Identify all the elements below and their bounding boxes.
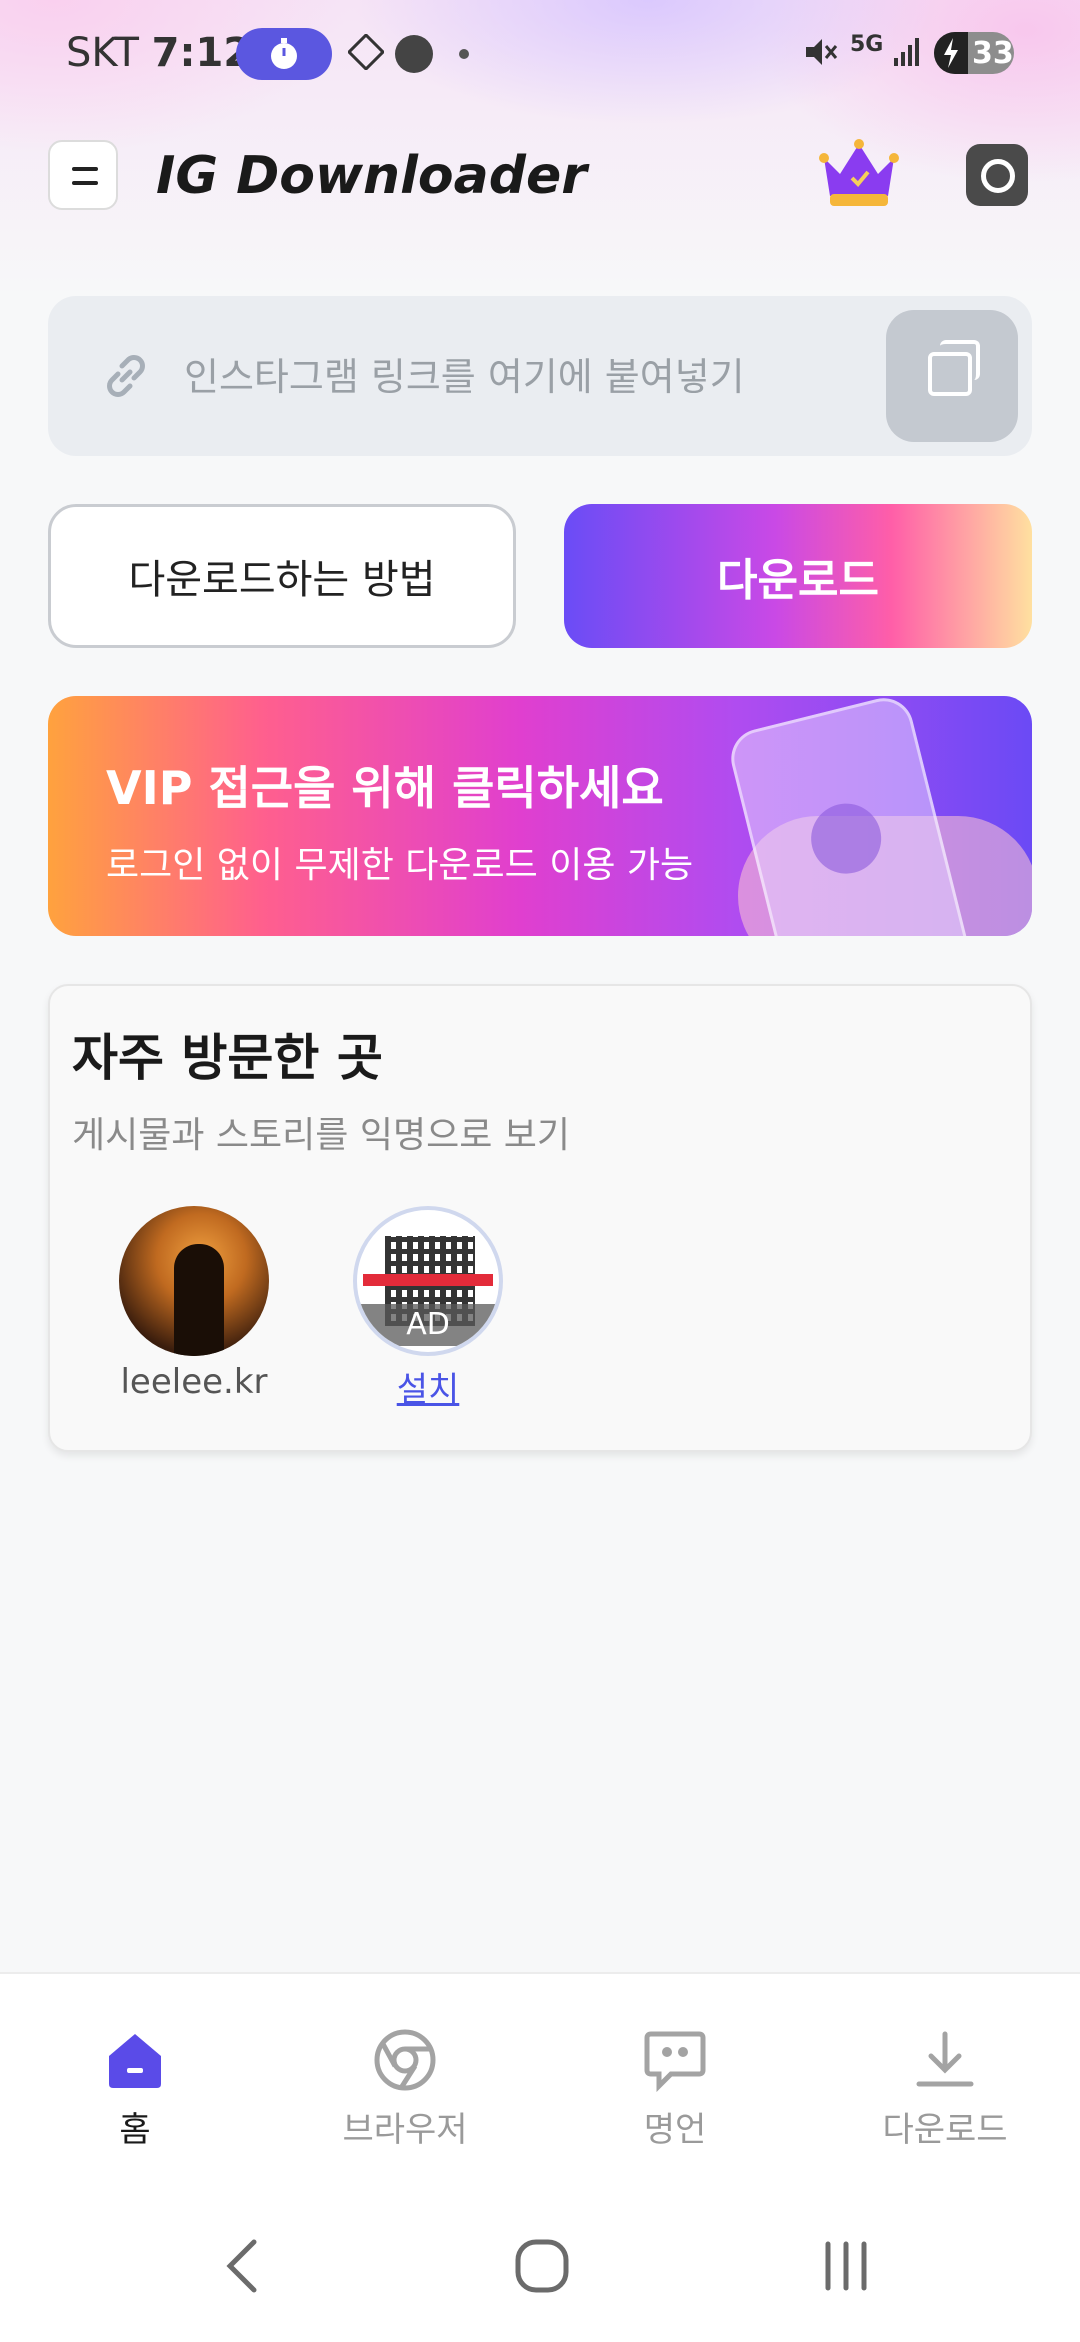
recents-icon[interactable] (818, 2238, 874, 2294)
nav-home[interactable]: 홈 (35, 2028, 235, 2151)
battery-level: 33 (972, 36, 1014, 71)
app-title: IG Downloader (156, 146, 587, 206)
frequent-title: 자주 방문한 곳 (72, 1029, 383, 1087)
download-icon (803, 796, 889, 882)
download-icon (916, 2031, 974, 2087)
nav-quotes[interactable]: 명언 (575, 2028, 775, 2151)
more-notifications-dot-icon (459, 49, 469, 59)
nav-downloads-label: 다운로드 (882, 2110, 1008, 2150)
ad-badge: AD (357, 1304, 499, 1346)
crown-vip-icon[interactable] (818, 136, 900, 212)
app-notification-icon (348, 34, 384, 70)
ad-item[interactable]: AD 설치 (338, 1206, 518, 1411)
frequent-item[interactable]: leelee.kr (104, 1206, 284, 1402)
nav-downloads[interactable]: 다운로드 (845, 2028, 1045, 2151)
avatar (119, 1206, 269, 1356)
nav-browser[interactable]: 브라우저 (305, 2028, 505, 2151)
browser-icon (374, 2029, 436, 2091)
vip-subtitle: 로그인 없이 무제한 다운로드 이용 가능 (106, 845, 694, 886)
link-input-box (48, 296, 1032, 456)
back-icon[interactable] (218, 2236, 266, 2296)
battery-indicator: 33 (934, 32, 1014, 74)
vip-banner[interactable]: VIP 접근을 위해 클릭하세요 로그인 없이 무제한 다운로드 이용 가능 (48, 696, 1032, 936)
carrier-label: SKT (66, 30, 139, 76)
paste-button[interactable] (886, 310, 1018, 442)
install-link[interactable]: 설치 (338, 1362, 518, 1411)
stopwatch-icon (271, 38, 297, 69)
frequent-subtitle: 게시물과 스토리를 익명으로 보기 (72, 1115, 571, 1156)
nav-home-label: 홈 (119, 2110, 151, 2150)
network-type-label: 5G (850, 32, 884, 57)
coupang-eats-icon (395, 35, 433, 73)
system-navigation-bar (0, 2220, 1080, 2340)
menu-button[interactable] (48, 140, 118, 210)
signal-icon (894, 38, 919, 66)
home-circle-icon[interactable] (514, 2238, 570, 2294)
nav-browser-label: 브라우저 (342, 2110, 468, 2150)
quote-icon (644, 2031, 706, 2093)
status-bar: SKT 7:12 5G 33 (0, 0, 1080, 110)
home-icon (109, 2034, 161, 2088)
howto-button[interactable]: 다운로드하는 방법 (48, 504, 516, 648)
instagram-icon[interactable] (966, 144, 1028, 206)
vip-title: VIP 접근을 위해 클릭하세요 (106, 761, 664, 815)
download-button[interactable]: 다운로드 (564, 504, 1032, 648)
link-input[interactable] (182, 344, 786, 410)
status-carrier-time: SKT 7:12 (66, 30, 251, 76)
frequent-card: 자주 방문한 곳 게시물과 스토리를 익명으로 보기 leelee.kr AD … (48, 984, 1032, 1452)
mute-icon (806, 39, 838, 65)
charging-icon (934, 32, 968, 74)
link-icon (107, 355, 145, 397)
nav-quotes-label: 명언 (643, 2110, 707, 2150)
stopwatch-indicator (236, 28, 332, 80)
frequent-item-label: leelee.kr (120, 1362, 268, 1402)
ad-thumbnail: AD (353, 1206, 503, 1356)
